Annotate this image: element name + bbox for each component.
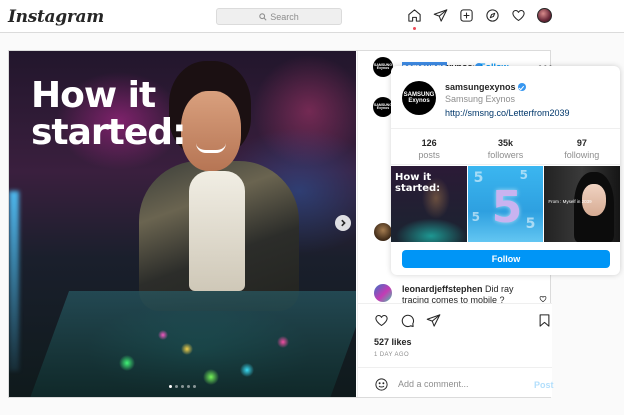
carousel-dot bbox=[169, 385, 172, 388]
profile-stats: 126 posts 35k followers 97 following bbox=[391, 128, 620, 165]
caption-avatar[interactable]: SAMSUNG Exynos bbox=[373, 97, 393, 117]
stat-value: 97 bbox=[576, 138, 587, 148]
active-indicator bbox=[413, 27, 416, 30]
recent-post-thumbnail[interactable]: How it started: bbox=[391, 166, 467, 242]
comment-username[interactable]: leonardjeffstephen bbox=[402, 284, 483, 294]
stat-label: followers bbox=[487, 150, 524, 160]
post-comment-button[interactable]: Post bbox=[534, 380, 554, 390]
stat-following: 97 following bbox=[544, 129, 620, 164]
brand-logo-text: Exynos bbox=[376, 106, 390, 110]
pinball-lights bbox=[79, 321, 319, 391]
stat-value: 35k bbox=[497, 138, 513, 148]
stat-posts: 126 posts bbox=[391, 129, 467, 164]
decor-number: 5 bbox=[519, 168, 529, 182]
stat-followers: 35k followers bbox=[467, 129, 543, 164]
new-post-icon[interactable] bbox=[458, 7, 475, 24]
profile-avatar[interactable]: SAMSUNG Exynos bbox=[402, 81, 436, 115]
recent-post-thumbnail[interactable]: 5 5 5 5 5 bbox=[467, 166, 544, 242]
carousel-dots bbox=[169, 385, 196, 388]
username-text: samsungexynos bbox=[445, 82, 516, 92]
brand-logo-text: Exynos bbox=[408, 98, 430, 104]
comment-like-icon[interactable] bbox=[539, 290, 547, 303]
profile-display-name: Samsung Exynos bbox=[445, 94, 516, 104]
share-icon[interactable] bbox=[426, 313, 441, 328]
carousel-dot bbox=[187, 385, 190, 388]
profile-avatar[interactable] bbox=[536, 7, 553, 24]
stat-label: posts bbox=[418, 150, 440, 160]
stat-label: following bbox=[564, 150, 600, 160]
search-placeholder: Search bbox=[270, 11, 299, 22]
profile-link[interactable]: http://smsng.co/Letterfrom2039 bbox=[445, 108, 570, 118]
profile-username[interactable]: samsungexynos bbox=[445, 82, 526, 92]
next-arrow-icon bbox=[341, 219, 346, 227]
carousel-dot bbox=[193, 385, 196, 388]
recent-post-thumbnail[interactable]: From : Myself in 2039 bbox=[544, 166, 620, 242]
author-avatar[interactable]: SAMSUNG Exynos bbox=[373, 57, 393, 77]
add-comment-section: Post bbox=[358, 367, 554, 398]
comment-input[interactable] bbox=[398, 376, 518, 391]
direct-icon[interactable] bbox=[432, 7, 449, 24]
carousel-dot bbox=[175, 385, 178, 388]
top-navigation: Instagram Search bbox=[0, 0, 624, 33]
decor-number: 5 bbox=[471, 210, 481, 224]
like-count[interactable]: 527 likes bbox=[374, 337, 412, 347]
thumbnail-text: How it started: bbox=[395, 172, 441, 194]
stat-value: 126 bbox=[421, 138, 437, 148]
next-image-button[interactable] bbox=[335, 215, 351, 231]
search-icon bbox=[259, 12, 267, 21]
activity-heart-icon[interactable] bbox=[510, 7, 527, 24]
post-image[interactable]: How it started: bbox=[9, 51, 356, 397]
profile-hover-card: SAMSUNG Exynos samsungexynos Samsung Exy… bbox=[391, 66, 620, 275]
commenter-avatar[interactable] bbox=[374, 284, 392, 302]
post-timestamp[interactable]: 1 DAY AGO bbox=[374, 352, 409, 358]
post-actions: 527 likes 1 DAY AGO Post bbox=[358, 303, 554, 398]
comment-icon[interactable] bbox=[400, 313, 415, 328]
neon-light bbox=[9, 191, 19, 371]
brand-logo-text: Exynos bbox=[376, 66, 390, 70]
search-input[interactable]: Search bbox=[216, 8, 342, 25]
thumbnail-big-number: 5 bbox=[491, 182, 523, 233]
avatar bbox=[537, 8, 552, 23]
decor-number: 5 bbox=[473, 170, 484, 186]
instagram-logo[interactable]: Instagram bbox=[8, 7, 104, 27]
decor-number: 5 bbox=[525, 216, 536, 232]
verified-icon bbox=[517, 83, 526, 91]
like-icon[interactable] bbox=[374, 313, 389, 328]
recent-posts: How it started: 5 5 5 5 5 From : Myself … bbox=[391, 166, 620, 242]
thumbnail-text: From : Myself in 2039 bbox=[548, 199, 592, 204]
person-shirt bbox=[189, 171, 245, 291]
commenter-avatar[interactable] bbox=[374, 223, 392, 241]
follow-button[interactable]: Follow bbox=[402, 250, 610, 268]
emoji-icon[interactable] bbox=[374, 377, 389, 392]
photo-headline: How it started: bbox=[31, 75, 186, 153]
save-icon[interactable] bbox=[537, 313, 552, 328]
carousel-dot bbox=[181, 385, 184, 388]
home-icon[interactable] bbox=[406, 7, 423, 30]
explore-icon[interactable] bbox=[484, 7, 501, 24]
